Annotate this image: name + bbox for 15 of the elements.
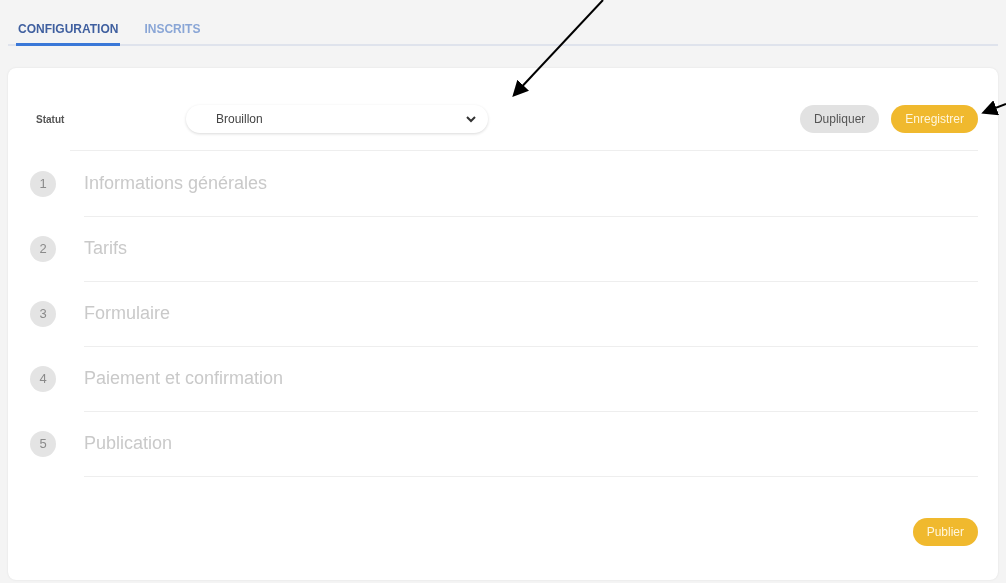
step-number: 1 [30,170,56,197]
step-number: 4 [30,365,56,392]
status-label: Statut [36,113,66,125]
status-select[interactable]: Brouillon [186,105,488,133]
save-button[interactable]: Enregistrer [891,105,978,133]
chevron-down-icon [466,115,476,123]
publish-button[interactable]: Publier [912,518,978,546]
tab[interactable]: INSCRITS [142,20,203,46]
tab[interactable]: CONFIGURATION [16,20,121,46]
step-number: 5 [30,430,56,457]
duplicate-button[interactable]: Dupliquer [799,105,880,133]
arrow-icon [512,0,604,97]
step-number: 2 [30,235,56,262]
arrow-icon [981,100,1006,116]
step-number: 3 [30,300,56,327]
